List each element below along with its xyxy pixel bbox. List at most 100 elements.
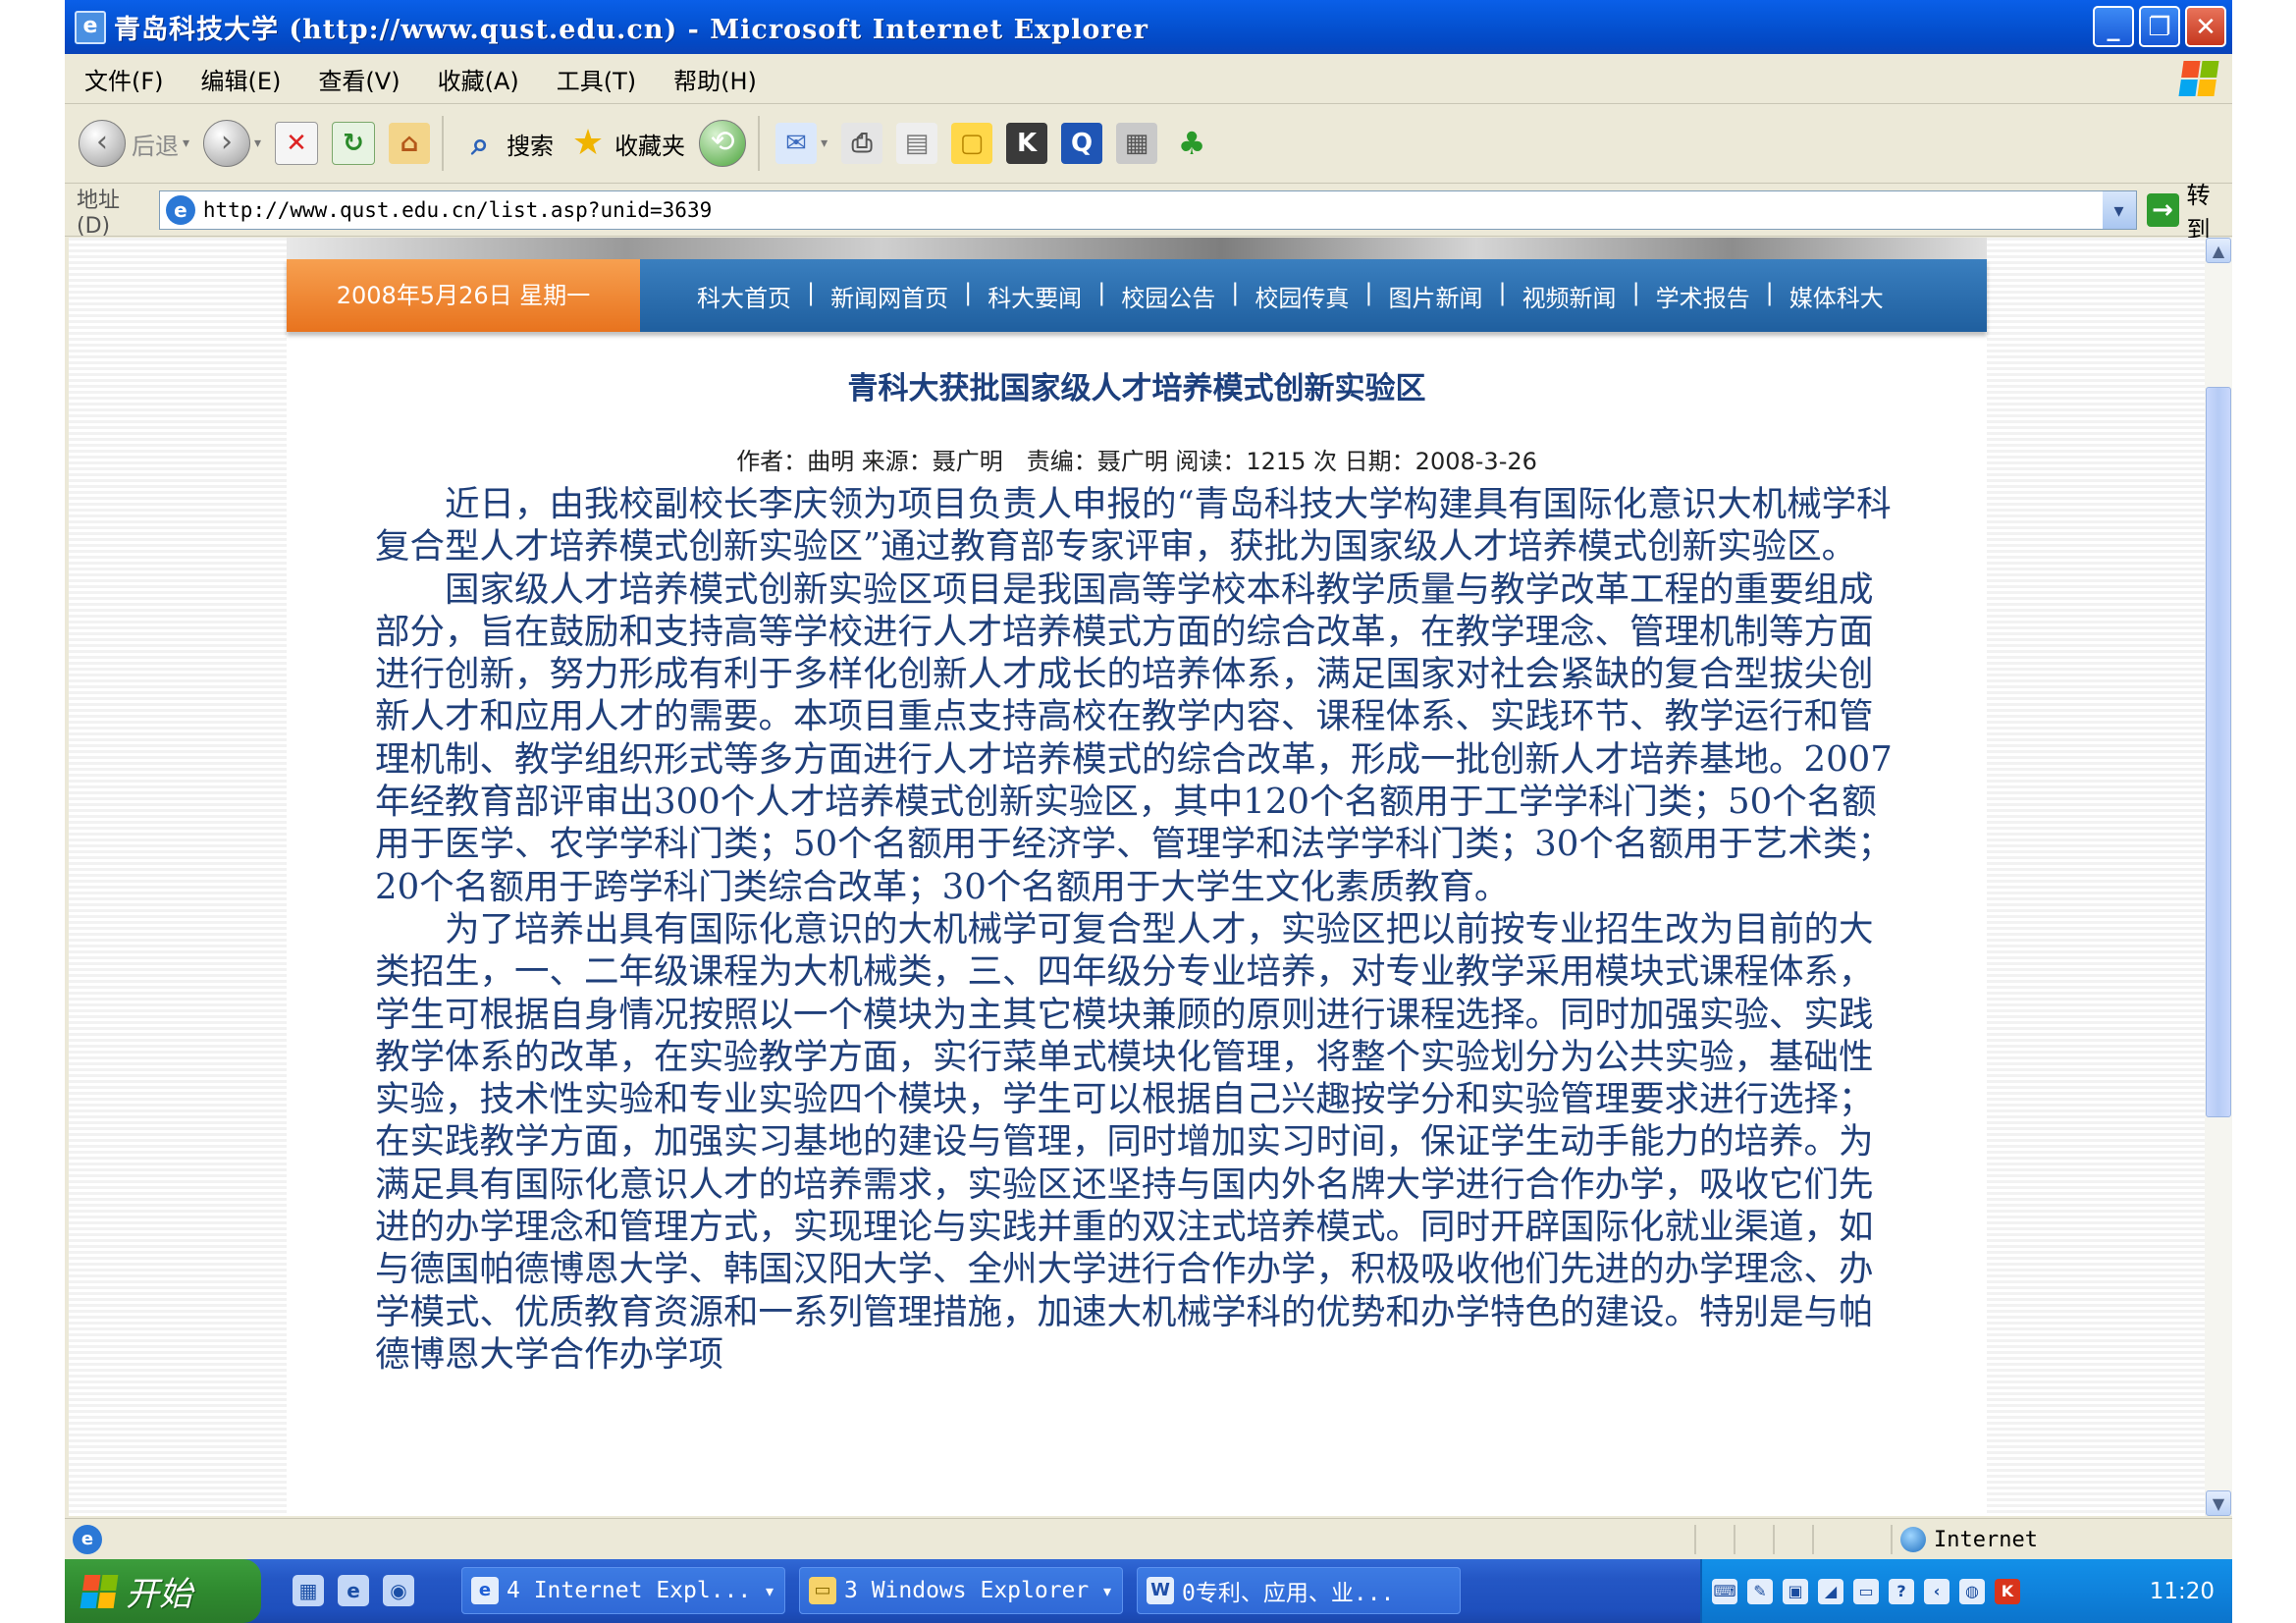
- word-icon: W: [1147, 1577, 1174, 1604]
- task-label: 0专利、应用、业...: [1182, 1581, 1395, 1606]
- menu-view[interactable]: 查看(V): [318, 62, 400, 96]
- home-button[interactable]: ⌂: [389, 123, 431, 164]
- tray-arrow-icon[interactable]: ‹: [1924, 1578, 1949, 1604]
- messenger-icon: ♣: [1177, 125, 1206, 162]
- scroll-thumb[interactable]: [2206, 387, 2231, 1117]
- favorites-button[interactable]: ★ 收藏夹: [567, 123, 685, 164]
- task-internet-explorer[interactable]: e 4 Internet Expl... ▾: [461, 1567, 785, 1614]
- nav-divider: |: [1498, 278, 1507, 306]
- discuss-button[interactable]: ▢: [951, 123, 993, 164]
- article-body: 近日，由我校副校长李庆领为项目负责人申报的“青岛科技大学构建具有国际化意识大机械…: [375, 483, 1906, 1376]
- network-icon[interactable]: ◍: [1959, 1578, 1985, 1604]
- nav-link-media[interactable]: 媒体科大: [1789, 279, 1884, 313]
- restore-button[interactable]: ❐: [2139, 6, 2180, 47]
- toolbar-separator: [442, 116, 445, 171]
- chevron-down-icon: ▾: [765, 1581, 774, 1600]
- back-dropdown-icon[interactable]: ▾: [183, 135, 189, 151]
- quick-media-icon[interactable]: ◉: [383, 1575, 414, 1606]
- help-icon[interactable]: ?: [1889, 1578, 1914, 1604]
- menu-favorites[interactable]: 收藏(A): [438, 62, 519, 96]
- refresh-icon: ↻: [332, 122, 376, 165]
- q-logo-icon: Q: [1061, 123, 1103, 164]
- history-button[interactable]: ⟲: [699, 120, 747, 167]
- menu-tools[interactable]: 工具(T): [557, 62, 636, 96]
- menu-help[interactable]: 帮助(H): [673, 62, 757, 96]
- nav-link-news-home[interactable]: 新闻网首页: [830, 279, 948, 313]
- window-title: 青岛科技大学 (http://www.qust.edu.cn) - Micros…: [114, 15, 1149, 45]
- forward-arrow-icon: ›: [203, 120, 251, 167]
- start-button[interactable]: 开始: [65, 1559, 261, 1623]
- translate-button[interactable]: Q: [1061, 123, 1103, 164]
- pen-icon[interactable]: ✎: [1747, 1578, 1773, 1604]
- system-tray: ⌨ ✎ ▣ ◢ ▭ ? ‹ ◍ K 11:20: [1700, 1559, 2232, 1623]
- search-button[interactable]: ⌕ 搜索: [459, 123, 554, 164]
- address-bar: 地址(D) e http://www.qust.edu.cn/list.asp?…: [65, 182, 2232, 243]
- globe-icon: [1900, 1527, 1926, 1552]
- kingsoft-button[interactable]: K: [1006, 123, 1048, 164]
- nav-divider: |: [1631, 278, 1640, 306]
- messenger-button[interactable]: ♣: [1171, 123, 1212, 164]
- nav-link-headlines[interactable]: 科大要闻: [988, 279, 1082, 313]
- status-divider: [1812, 1525, 1814, 1554]
- current-date: 2008年5月26日 星期一: [287, 259, 640, 332]
- nav-link-home[interactable]: 科大首页: [697, 279, 791, 313]
- address-url[interactable]: http://www.qust.edu.cn/list.asp?unid=363…: [203, 198, 712, 222]
- print-button[interactable]: ⎙: [841, 123, 883, 164]
- favorites-star-icon: ★: [571, 123, 605, 163]
- standard-toolbar: ‹ 后退 ▾ › ▾ ✕ ↻ ⌂ ⌕ 搜索 ★ 收藏夹 ⟲ ✉ ▾ ⎙ ▤ ▢ …: [65, 104, 2232, 184]
- keyboard-icon[interactable]: ⌨: [1712, 1578, 1737, 1604]
- nav-link-lectures[interactable]: 学术报告: [1656, 279, 1750, 313]
- nav-divider: |: [807, 278, 816, 306]
- refresh-button[interactable]: ↻: [332, 122, 376, 165]
- antivirus-icon[interactable]: K: [1995, 1578, 2020, 1604]
- ie-icon: e: [471, 1577, 499, 1604]
- vertical-scrollbar[interactable]: ▲ ▼: [2205, 238, 2232, 1516]
- go-button[interactable]: → 转到: [2146, 176, 2232, 244]
- forward-button[interactable]: › ▾: [203, 120, 261, 167]
- home-icon: ⌂: [389, 123, 431, 164]
- page-ie-icon: e: [165, 195, 195, 225]
- forward-dropdown-icon[interactable]: ▾: [254, 135, 261, 151]
- minimize-button[interactable]: _: [2093, 6, 2134, 47]
- nav-link-video-news[interactable]: 视频新闻: [1522, 279, 1617, 313]
- address-input[interactable]: e http://www.qust.edu.cn/list.asp?unid=3…: [158, 190, 2137, 230]
- go-arrow-icon: →: [2146, 193, 2179, 227]
- close-button[interactable]: ✕: [2185, 6, 2226, 47]
- language-bar-icon[interactable]: ▭: [1853, 1578, 1879, 1604]
- task-windows-explorer[interactable]: ▭ 3 Windows Explorer ▾: [799, 1567, 1123, 1614]
- stop-button[interactable]: ✕: [275, 122, 319, 165]
- stop-icon: ✕: [275, 122, 319, 165]
- search-icon: ⌕: [471, 125, 490, 162]
- scroll-up-icon[interactable]: ▲: [2206, 238, 2231, 263]
- menu-file[interactable]: 文件(F): [84, 62, 164, 96]
- show-desktop-icon[interactable]: ▦: [293, 1575, 324, 1606]
- menu-edit[interactable]: 编辑(E): [201, 62, 282, 96]
- ie-app-icon[interactable]: e: [75, 10, 106, 44]
- scroll-down-icon[interactable]: ▼: [2206, 1490, 2231, 1516]
- folder-icon: ▭: [809, 1577, 836, 1604]
- address-dropdown-icon[interactable]: ▾: [2102, 191, 2136, 229]
- mail-button[interactable]: ✉ ▾: [775, 123, 828, 164]
- title-bar[interactable]: e 青岛科技大学 (http://www.qust.edu.cn) - Micr…: [65, 0, 2232, 54]
- ime-icon[interactable]: ◢: [1818, 1578, 1843, 1604]
- input-method-icon[interactable]: ▣: [1783, 1578, 1808, 1604]
- toolbar-separator: [758, 116, 761, 171]
- edit-button[interactable]: ▤: [896, 123, 938, 164]
- quick-launch: ▦ e ◉: [293, 1575, 414, 1606]
- search-label: 搜索: [507, 132, 555, 160]
- nav-link-photo-news[interactable]: 图片新闻: [1388, 279, 1482, 313]
- k-logo-icon: K: [1006, 123, 1048, 164]
- back-button[interactable]: ‹ 后退 ▾: [79, 120, 189, 167]
- page-viewport[interactable]: 2008年5月26日 星期一 科大首页 | 新闻网首页 | 科大要闻 | 校园公…: [69, 238, 2205, 1516]
- research-button[interactable]: ▦: [1116, 123, 1158, 164]
- nav-link-campus[interactable]: 校园传真: [1255, 279, 1349, 313]
- back-arrow-icon: ‹: [79, 120, 126, 167]
- clock[interactable]: 11:20: [2150, 1579, 2215, 1604]
- go-label: 转到: [2186, 182, 2211, 243]
- windows-flag-icon: [80, 1574, 119, 1608]
- task-word-document[interactable]: W 0专利、应用、业...: [1137, 1567, 1461, 1614]
- mail-dropdown-icon[interactable]: ▾: [821, 135, 828, 151]
- quick-ie-icon[interactable]: e: [338, 1575, 369, 1606]
- nav-divider: |: [1097, 278, 1106, 306]
- nav-link-announcements[interactable]: 校园公告: [1121, 279, 1215, 313]
